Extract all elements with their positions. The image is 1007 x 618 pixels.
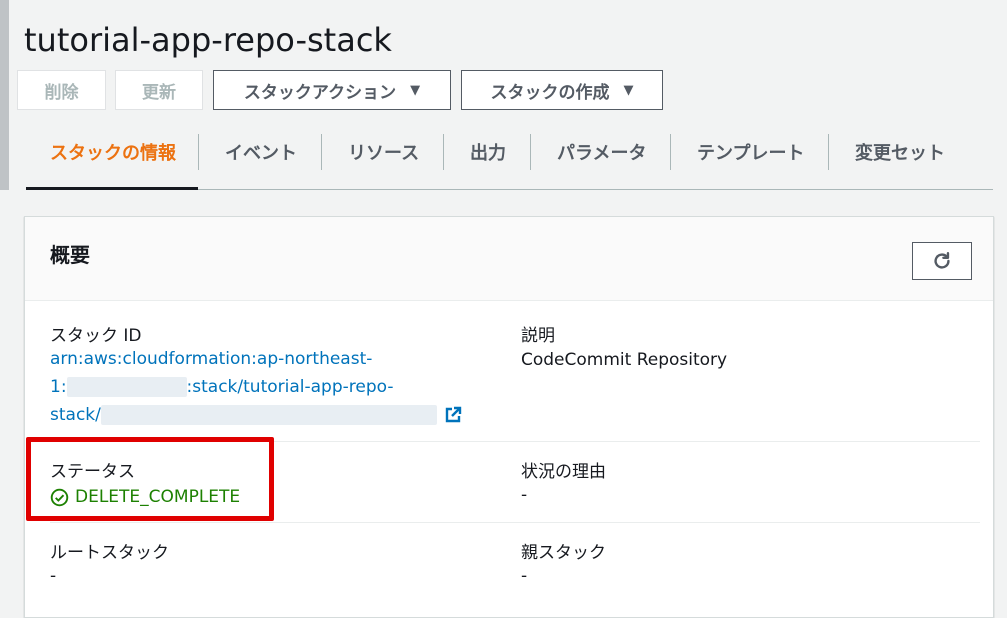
scrollbar[interactable] — [0, 0, 9, 190]
tab-stack-info[interactable]: スタックの情報 — [50, 134, 176, 170]
stack-actions-label: スタックアクション — [243, 82, 397, 103]
tab-separator — [828, 134, 829, 170]
overview-title: 概要 — [50, 243, 90, 267]
refresh-button[interactable] — [912, 242, 972, 280]
description-value: CodeCommit Repository — [521, 350, 728, 370]
stack-id-line: stack/ — [50, 401, 462, 429]
root-stack-label: ルートスタック — [50, 543, 169, 563]
create-stack-button[interactable]: スタックの作成 ▼ — [461, 70, 663, 110]
tab-outputs[interactable]: 出力 — [470, 134, 506, 170]
active-tab-indicator — [26, 187, 198, 190]
delete-button[interactable]: 削除 — [17, 70, 106, 110]
redacted-stack-uuid — [100, 405, 437, 425]
tab-change-sets[interactable]: 変更セット — [855, 134, 945, 170]
stack-actions-button[interactable]: スタックアクション ▼ — [213, 70, 451, 110]
caret-down-icon: ▼ — [410, 82, 421, 98]
tab-events[interactable]: イベント — [225, 134, 297, 170]
tab-resources[interactable]: リソース — [348, 134, 419, 170]
stack-id-fragment: 1: — [50, 377, 67, 397]
tab-parameters[interactable]: パラメータ — [557, 134, 646, 170]
status-reason-value: - — [521, 485, 528, 505]
tab-separator — [530, 134, 531, 170]
tab-separator — [198, 134, 199, 170]
tab-bar: スタックの情報 イベント リソース 出力 パラメータ テンプレート 変更セット — [26, 134, 993, 190]
root-stack-value: - — [50, 566, 57, 586]
stack-id-fragment: stack/ — [50, 405, 101, 425]
delete-button-label: 削除 — [44, 82, 79, 103]
stack-id-fragment: :stack/tutorial-app-repo- — [186, 377, 394, 397]
tab-separator — [443, 134, 444, 170]
create-stack-label: スタックの作成 — [490, 82, 610, 103]
stack-id-line: arn:aws:cloudformation:ap-northeast- — [50, 349, 373, 369]
refresh-icon — [934, 252, 950, 269]
stack-id-link[interactable]: arn:aws:cloudformation:ap-northeast- 1::… — [50, 345, 462, 429]
external-link-icon[interactable] — [444, 406, 462, 424]
overview-header: 概要 — [25, 217, 993, 301]
stack-id-line: 1: :stack/tutorial-app-repo- — [50, 373, 462, 401]
caret-down-icon: ▼ — [623, 82, 634, 98]
page-title: tutorial-app-repo-stack — [24, 21, 392, 59]
tab-template[interactable]: テンプレート — [697, 134, 804, 170]
parent-stack-value: - — [521, 566, 528, 586]
overview-panel: 概要 スタック ID arn:aws:cloudformation:ap-nor… — [24, 216, 994, 618]
update-button[interactable]: 更新 — [115, 70, 203, 110]
redacted-account-id — [66, 377, 187, 397]
stack-id-label: スタック ID — [50, 326, 142, 346]
tab-separator — [670, 134, 671, 170]
row-divider — [50, 522, 980, 523]
description-label: 説明 — [521, 326, 555, 346]
status-reason-label: 状況の理由 — [521, 462, 606, 482]
update-button-label: 更新 — [142, 82, 176, 103]
status-highlight-box — [26, 437, 274, 521]
tab-separator — [321, 134, 322, 170]
parent-stack-label: 親スタック — [521, 543, 606, 563]
